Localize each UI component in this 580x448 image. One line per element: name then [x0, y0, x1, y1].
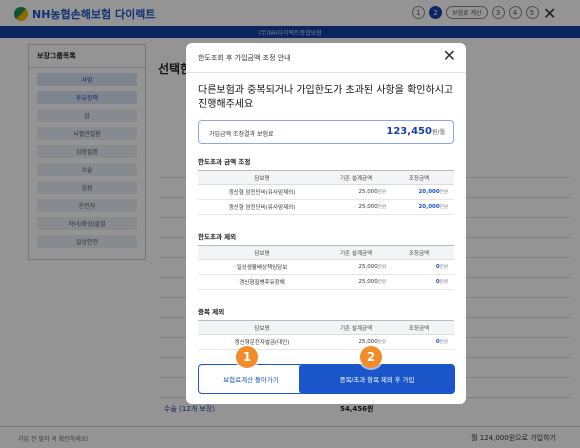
col-after: 조정금액 [390, 320, 454, 335]
marker-2-badge: 2 [360, 346, 382, 368]
before-amount: 25,000 [358, 339, 378, 345]
cell-after: 20,000만원 [390, 199, 454, 215]
modal-body[interactable]: 다른보험과 중복되거나 가입한도가 초과된 사항을 확인하시고 진행해주세요 가… [186, 74, 466, 354]
amount-unit: 만원 [377, 265, 386, 270]
cell-coverage: 갱신형 암진단비(유사암제외) [198, 199, 326, 215]
col-after: 조정금액 [390, 245, 454, 260]
before-amount: 25,000 [358, 279, 378, 285]
cell-after: 20,000만원 [390, 184, 454, 200]
limit-exceeded-exclude-table: 담보명 기존 설계금액 조정금액 일상생활배상책임담보 25,000만원 0만원… [198, 245, 454, 290]
amount-unit: 만원 [377, 190, 386, 195]
amount-unit: 만원 [439, 205, 448, 210]
col-before: 기존 설계금액 [326, 320, 390, 335]
section-title: 한도초과 금액 조정 [198, 158, 251, 166]
close-icon[interactable]: ✕ [443, 47, 456, 65]
col-coverage: 담보명 [198, 320, 326, 335]
section-title: 중복 제외 [198, 308, 225, 316]
exclude-and-join-button[interactable]: 중복/초과 항목 제외 후 가입 [299, 364, 455, 394]
amount-unit: 만원 [439, 265, 448, 270]
before-amount: 25,000 [358, 204, 378, 210]
limit-adjust-modal: 한도조회 후 가입금액 조정 안내 ✕ 다른보험과 중복되거나 가입한도가 초과… [186, 43, 466, 404]
section-title: 한도초과 제외 [198, 233, 237, 241]
cell-before: 25,000만원 [326, 259, 390, 275]
adjusted-premium-value: 123,450원/월 [386, 126, 445, 137]
after-amount: 20,000 [418, 189, 440, 195]
table-row: 갱신형 암진단비(유사암제외) 25,000만원 20,000만원 [198, 199, 454, 215]
after-amount: 20,000 [418, 204, 440, 210]
before-amount: 25,000 [358, 189, 378, 195]
adjusted-premium-label: 가입금액 조정결과 보험료 [209, 131, 274, 138]
cell-after: 0만원 [390, 274, 454, 290]
col-before: 기존 설계금액 [326, 245, 390, 260]
amount-unit: 만원 [377, 340, 386, 345]
cell-coverage: 갱신형운전자벌금(대인) [198, 334, 326, 350]
adjusted-premium-amount: 123,450 [386, 126, 432, 137]
cell-after: 0만원 [390, 334, 454, 350]
adjusted-premium-unit: 원/월 [431, 129, 445, 136]
cell-coverage: 일상생활배상책임담보 [198, 259, 326, 275]
cell-coverage: 갱신형 암진단비(유사암제외) [198, 184, 326, 200]
table-header: 담보명 기존 설계금액 조정금액 [198, 320, 454, 335]
modal-headline: 다른보험과 중복되거나 가입한도가 초과된 사항을 확인하시고 진행해주세요 [198, 85, 454, 110]
modal-title: 한도조회 후 가입금액 조정 안내 [198, 54, 291, 62]
cell-before: 25,000만원 [326, 184, 390, 200]
table-row: 갱신형 암진단비(유사암제외) 25,000만원 20,000만원 [198, 184, 454, 200]
table-row: 일상생활배상책임담보 25,000만원 0만원 [198, 259, 454, 275]
table-row: 갱신형운전자벌금(대인) 25,000만원 0만원 [198, 334, 454, 350]
table-header: 담보명 기존 설계금액 조정금액 [198, 245, 454, 260]
amount-unit: 만원 [377, 205, 386, 210]
modal-footer: 보험료계산 돌아가기 중복/초과 항목 제외 후 가입 [186, 354, 466, 404]
limit-exceeded-adjust-table: 담보명 기존 설계금액 조정금액 갱신형 암진단비(유사암제외) 25,000만… [198, 170, 454, 215]
col-after: 조정금액 [390, 170, 454, 185]
cell-coverage: 갱신형질병후유장해 [198, 274, 326, 290]
table-row: 갱신형질병후유장해 25,000만원 0만원 [198, 274, 454, 290]
table-header: 담보명 기존 설계금액 조정금액 [198, 170, 454, 185]
amount-unit: 만원 [439, 340, 448, 345]
col-before: 기존 설계금액 [326, 170, 390, 185]
modal-header: 한도조회 후 가입금액 조정 안내 ✕ [186, 43, 466, 73]
cell-before: 25,000만원 [326, 274, 390, 290]
back-to-premium-button[interactable]: 보험료계산 돌아가기 [198, 364, 304, 394]
amount-unit: 만원 [377, 280, 386, 285]
amount-unit: 만원 [439, 190, 448, 195]
cell-before: 25,000만원 [326, 199, 390, 215]
col-coverage: 담보명 [198, 245, 326, 260]
cell-after: 0만원 [390, 259, 454, 275]
amount-unit: 만원 [439, 280, 448, 285]
marker-1-badge: 1 [236, 346, 258, 368]
duplicate-exclude-table: 담보명 기존 설계금액 조정금액 갱신형운전자벌금(대인) 25,000만원 0… [198, 320, 454, 350]
col-coverage: 담보명 [198, 170, 326, 185]
before-amount: 25,000 [358, 264, 378, 270]
adjusted-premium-box: 가입금액 조정결과 보험료 123,450원/월 [198, 120, 454, 144]
cell-before: 25,000만원 [326, 334, 390, 350]
